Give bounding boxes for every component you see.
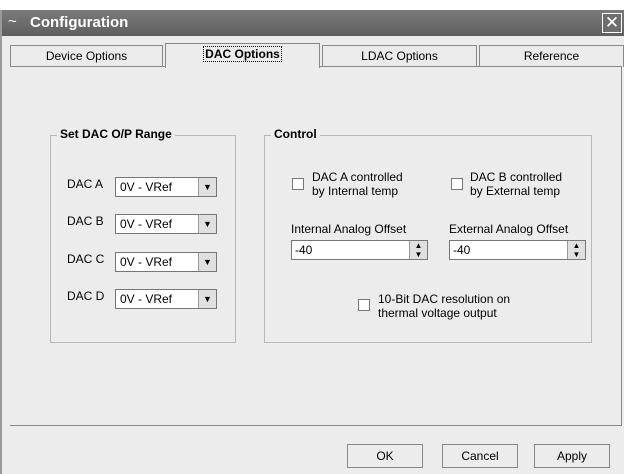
internal-offset-spinner[interactable]: -40 ▲ ▼ [291, 240, 428, 260]
dac-b-checkbox-label: DAC B controlled by External temp [470, 170, 562, 198]
tab-dac-options[interactable]: DAC Options [165, 43, 320, 68]
dac-c-label: DAC C [67, 252, 105, 266]
spinner-arrows-icon[interactable]: ▲ ▼ [567, 241, 585, 259]
spinner-value: -40 [453, 243, 471, 257]
label-line: DAC A controlled [312, 170, 403, 184]
dac-d-label: DAC D [67, 289, 105, 303]
external-offset-label: External Analog Offset [449, 222, 569, 236]
dac-a-range-select[interactable]: 0V - VRef ▼ [115, 177, 217, 197]
chevron-down-icon: ▼ [198, 215, 216, 233]
group-title: Control [271, 127, 320, 141]
close-icon: ✕ [604, 13, 620, 32]
label-line: thermal voltage output [378, 306, 497, 320]
ten-bit-resolution-checkbox[interactable] [358, 299, 370, 311]
title-bar: ~ Configuration ✕ [2, 10, 624, 36]
app-logo-icon: ~ [8, 13, 17, 30]
label-line: 10-Bit DAC resolution on [378, 292, 511, 306]
control-group: Control DAC A controlled by Internal tem… [264, 127, 592, 343]
chevron-down-icon: ▼ [198, 178, 216, 196]
select-value: 0V - VRef [120, 217, 173, 231]
select-value: 0V - VRef [120, 255, 173, 269]
tab-device-options[interactable]: Device Options [10, 45, 163, 67]
ten-bit-resolution-label: 10-Bit DAC resolution on thermal voltage… [378, 292, 510, 320]
label-line: by Internal temp [312, 184, 399, 198]
dac-c-range-select[interactable]: 0V - VRef ▼ [115, 252, 217, 272]
tab-label: Device Options [45, 49, 128, 63]
group-title: Set DAC O/P Range [57, 127, 175, 141]
window-title: Configuration [30, 14, 129, 31]
cancel-button[interactable]: Cancel [442, 444, 518, 468]
dac-b-label: DAC B [67, 214, 104, 228]
tab-label: Reference [523, 49, 580, 63]
tab-ldac-options[interactable]: LDAC Options [322, 45, 477, 67]
chevron-down-icon: ▼ [198, 253, 216, 271]
ok-button[interactable]: OK [347, 444, 423, 468]
tab-label: DAC Options [203, 46, 282, 62]
dac-a-internal-temp-checkbox[interactable] [292, 178, 304, 190]
apply-button[interactable]: Apply [534, 444, 610, 468]
dac-d-range-select[interactable]: 0V - VRef ▼ [115, 289, 217, 309]
close-button[interactable]: ✕ [602, 13, 622, 33]
dac-a-checkbox-label: DAC A controlled by Internal temp [312, 170, 403, 198]
label-line: DAC B controlled [470, 170, 563, 184]
internal-offset-label: Internal Analog Offset [291, 222, 407, 236]
spinner-value: -40 [295, 243, 313, 257]
spinner-arrows-icon[interactable]: ▲ ▼ [409, 241, 427, 259]
select-value: 0V - VRef [120, 292, 173, 306]
external-offset-spinner[interactable]: -40 ▲ ▼ [449, 240, 586, 260]
dac-range-group: Set DAC O/P Range DAC A 0V - VRef ▼ DAC … [50, 127, 236, 343]
dac-b-external-temp-checkbox[interactable] [451, 178, 463, 190]
select-value: 0V - VRef [120, 180, 173, 194]
dac-a-label: DAC A [67, 177, 104, 191]
tab-strip: Device Options DAC Options LDAC Options … [10, 43, 624, 68]
dac-options-panel: Set DAC O/P Range DAC A 0V - VRef ▼ DAC … [10, 66, 622, 426]
apply-label: Apply [556, 449, 588, 463]
tab-label: LDAC Options [361, 49, 438, 63]
label-line: by External temp [470, 184, 561, 198]
configuration-window: ~ Configuration ✕ Device Options DAC Opt… [0, 10, 624, 474]
tab-reference[interactable]: Reference [479, 45, 624, 67]
dac-b-range-select[interactable]: 0V - VRef ▼ [115, 214, 217, 234]
chevron-down-icon: ▼ [198, 290, 216, 308]
